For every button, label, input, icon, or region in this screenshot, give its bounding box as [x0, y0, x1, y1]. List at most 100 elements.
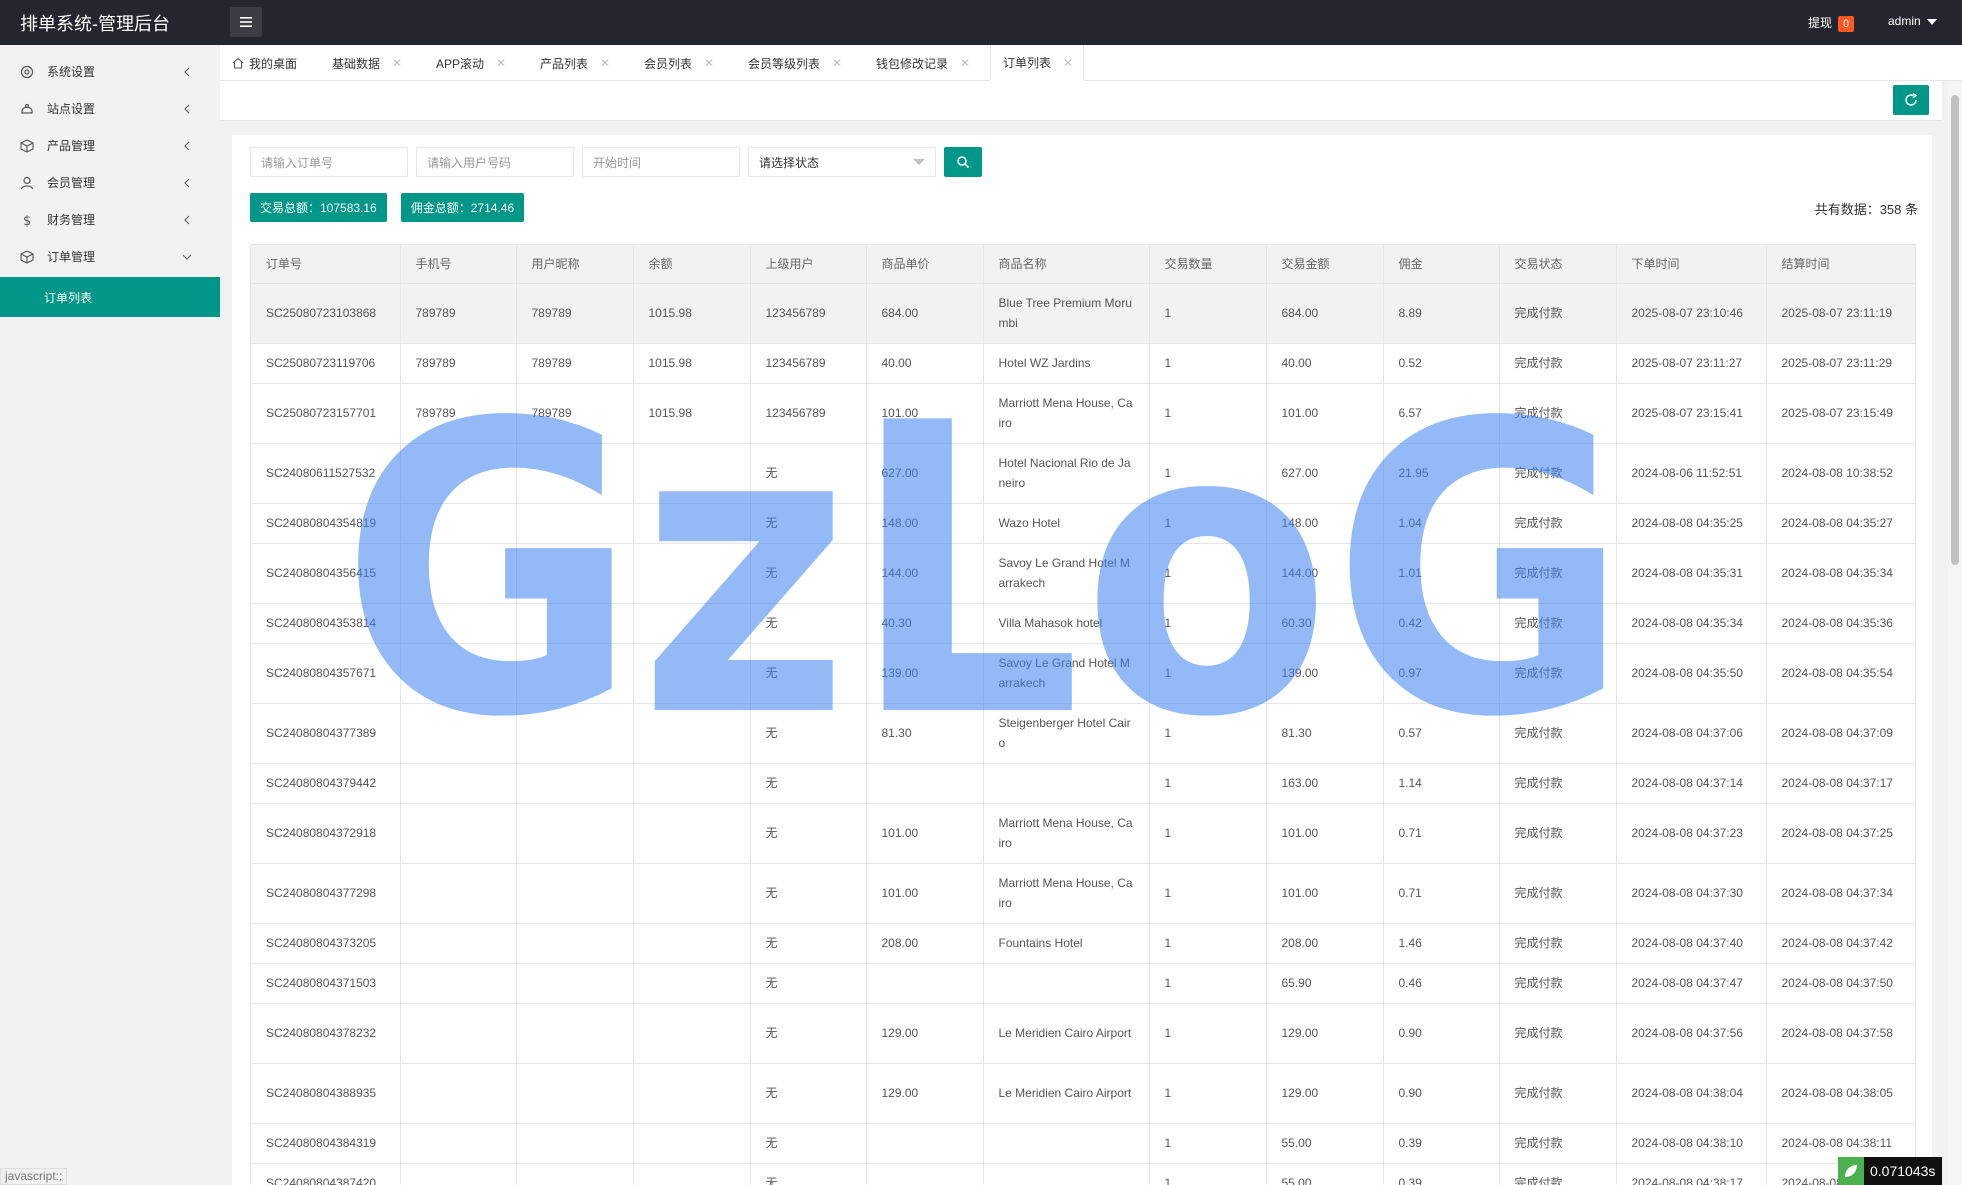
table-row[interactable]: SC24080804384319 无 1 55.00 0.39 完成付款 2024-08-0… — [251, 1123, 1915, 1164]
table-cell — [400, 643, 517, 704]
tab-basic-data[interactable]: 基础数据 ✕ — [320, 45, 412, 81]
sidebar-subitem-order-list[interactable]: 订单列表 — [0, 277, 220, 317]
tool-row — [220, 81, 1942, 121]
content-area: 请输入订单号 请输入用户号码 开始时间 请选择状态 交易总额：107583.16… — [220, 81, 1942, 1185]
table-cell — [516, 963, 634, 1004]
table-row[interactable]: SC24080804353814 无 40.30 Villa Mahasok hote… — [251, 603, 1915, 644]
table-cell — [400, 763, 517, 804]
table-cell: Marriott Mena House, Cairo — [983, 863, 1150, 924]
table-cell: SC24080804354819 — [251, 503, 401, 544]
table-cell: 无 — [750, 1003, 867, 1064]
tab-wallet-log[interactable]: 钱包修改记录 ✕ — [864, 45, 980, 81]
menu-toggle-button[interactable] — [230, 7, 262, 37]
tab-app-scroll[interactable]: APP滚动 ✕ — [424, 45, 516, 81]
table-row[interactable]: SC24080611527532 无 627.00 Hotel Nacional Ri… — [251, 443, 1915, 504]
chevron-left-icon — [182, 214, 192, 228]
start-time-input[interactable]: 开始时间 — [582, 147, 740, 177]
table-row[interactable]: SC25080723119706 789789 789789 1015.98 12345… — [251, 343, 1915, 384]
user-number-input[interactable]: 请输入用户号码 — [416, 147, 574, 177]
table-row[interactable]: SC24080804388935 无 129.00 Le Meridien Cairo… — [251, 1063, 1915, 1124]
user-menu[interactable]: admin — [1888, 14, 1937, 28]
close-icon[interactable]: ✕ — [960, 56, 970, 70]
table-row[interactable]: SC25080723103868 789789 789789 1015.98 12345… — [251, 283, 1915, 344]
withdraw-link[interactable]: 提现 0 — [1808, 14, 1855, 32]
table-row[interactable]: SC24080804371503 无 1 65.90 0.46 完成付款 2024-08-0… — [251, 963, 1915, 1004]
sidebar-item-finance[interactable]: $ 财务管理 — [0, 201, 220, 238]
table-cell — [633, 763, 751, 804]
table-row[interactable]: SC24080804354819 无 148.00 Wazo Hotel 1 148.00… — [251, 503, 1915, 544]
table-cell: SC24080804377389 — [251, 703, 401, 764]
table-cell: 144.00 — [866, 543, 984, 604]
withdraw-label: 提现 — [1808, 16, 1833, 30]
table-row[interactable]: SC24080804377389 无 81.30 Steigenberger Hote… — [251, 703, 1915, 764]
table-cell: SC24080804357671 — [251, 643, 401, 704]
table-cell: 无 — [750, 643, 867, 704]
table-row[interactable]: SC25080723157701 789789 789789 1015.98 12345… — [251, 383, 1915, 444]
sidebar-item-system[interactable]: 系统设置 — [0, 53, 220, 90]
table-cell: 789789 — [400, 383, 517, 444]
page-scrollbar[interactable] — [1948, 81, 1962, 1185]
table-cell — [633, 1063, 751, 1124]
table-cell: 148.00 — [866, 503, 984, 544]
sidebar-item-members[interactable]: 会员管理 — [0, 164, 220, 201]
table-cell: 2025-08-07 23:15:49 — [1766, 383, 1915, 444]
table-cell: 2024-08-08 04:38:05 — [1766, 1063, 1915, 1124]
close-icon[interactable]: ✕ — [392, 56, 402, 70]
table-cell: 2024-08-08 04:37:40 — [1616, 923, 1767, 964]
table-cell: 完成付款 — [1499, 643, 1617, 704]
table-cell: 8.89 — [1383, 283, 1500, 344]
table-cell — [400, 1163, 517, 1185]
table-cell: 627.00 — [1266, 443, 1384, 504]
table-cell: 完成付款 — [1499, 343, 1617, 384]
table-cell: 完成付款 — [1499, 763, 1617, 804]
tab-product-list[interactable]: 产品列表 ✕ — [528, 45, 620, 81]
table-row[interactable]: SC24080804387420 无 1 55.00 0.39 完成付款 2024-08-0… — [251, 1163, 1915, 1185]
sidebar-item-orders[interactable]: 订单管理 — [0, 238, 220, 275]
table-cell — [400, 1063, 517, 1124]
column-header: 下单时间 — [1616, 245, 1767, 284]
chevron-left-icon — [182, 140, 192, 154]
table-cell — [516, 1063, 634, 1124]
table-cell: 1 — [1149, 703, 1267, 764]
table-cell: 完成付款 — [1499, 1063, 1617, 1124]
table-cell: 2024-08-08 04:37:25 — [1766, 803, 1915, 864]
status-select[interactable]: 请选择状态 — [748, 147, 936, 177]
table-cell — [516, 923, 634, 964]
refresh-button[interactable] — [1893, 85, 1929, 115]
order-icon — [20, 249, 34, 264]
table-cell: 完成付款 — [1499, 1123, 1617, 1164]
tab-member-list[interactable]: 会员列表 ✕ — [632, 45, 724, 81]
close-icon[interactable]: ✕ — [704, 56, 714, 70]
table-cell: 2024-08-08 04:37:58 — [1766, 1003, 1915, 1064]
order-number-input[interactable]: 请输入订单号 — [250, 147, 408, 177]
sidebar-item-products[interactable]: 产品管理 — [0, 127, 220, 164]
table-row[interactable]: SC24080804372918 无 101.00 Marriott Mena Hou… — [251, 803, 1915, 864]
table-row[interactable]: SC24080804378232 无 129.00 Le Meridien Cairo… — [251, 1003, 1915, 1064]
column-header: 上级用户 — [750, 245, 867, 284]
search-button[interactable] — [944, 147, 982, 177]
sidebar-item-site[interactable]: 站点设置 — [0, 90, 220, 127]
tab-order-list[interactable]: 订单列表 ✕ — [990, 45, 1085, 81]
close-icon[interactable]: ✕ — [832, 56, 842, 70]
tab-member-level-list[interactable]: 会员等级列表 ✕ — [736, 45, 852, 81]
table-cell: SC24080804388935 — [251, 1063, 401, 1124]
table-cell: 0.42 — [1383, 603, 1500, 644]
table-cell: 0.90 — [1383, 1003, 1500, 1064]
table-cell — [866, 1163, 984, 1185]
table-row[interactable]: SC24080804356415 无 144.00 Savoy Le Grand Ho… — [251, 543, 1915, 604]
close-icon[interactable]: ✕ — [496, 56, 506, 70]
tab-desktop[interactable]: 我的桌面 — [220, 45, 307, 81]
table-row[interactable]: SC24080804377298 无 101.00 Marriott Mena Hou… — [251, 863, 1915, 924]
table-cell: 1 — [1149, 343, 1267, 384]
table-cell: 无 — [750, 1123, 867, 1164]
table-cell: SC24080804373205 — [251, 923, 401, 964]
table-cell: 1015.98 — [633, 343, 751, 384]
table-cell — [633, 863, 751, 924]
table-row[interactable]: SC24080804373205 无 208.00 Fountains Hotel 1 2… — [251, 923, 1915, 964]
table-row[interactable]: SC24080804379442 无 1 163.00 1.14 完成付款 2024-08-… — [251, 763, 1915, 804]
close-icon[interactable]: ✕ — [1063, 56, 1073, 70]
scrollbar-thumb[interactable] — [1951, 95, 1959, 565]
close-icon[interactable]: ✕ — [600, 56, 610, 70]
table-cell: 2024-08-08 04:37:42 — [1766, 923, 1915, 964]
table-row[interactable]: SC24080804357671 无 139.00 Savoy Le Grand Ho… — [251, 643, 1915, 704]
